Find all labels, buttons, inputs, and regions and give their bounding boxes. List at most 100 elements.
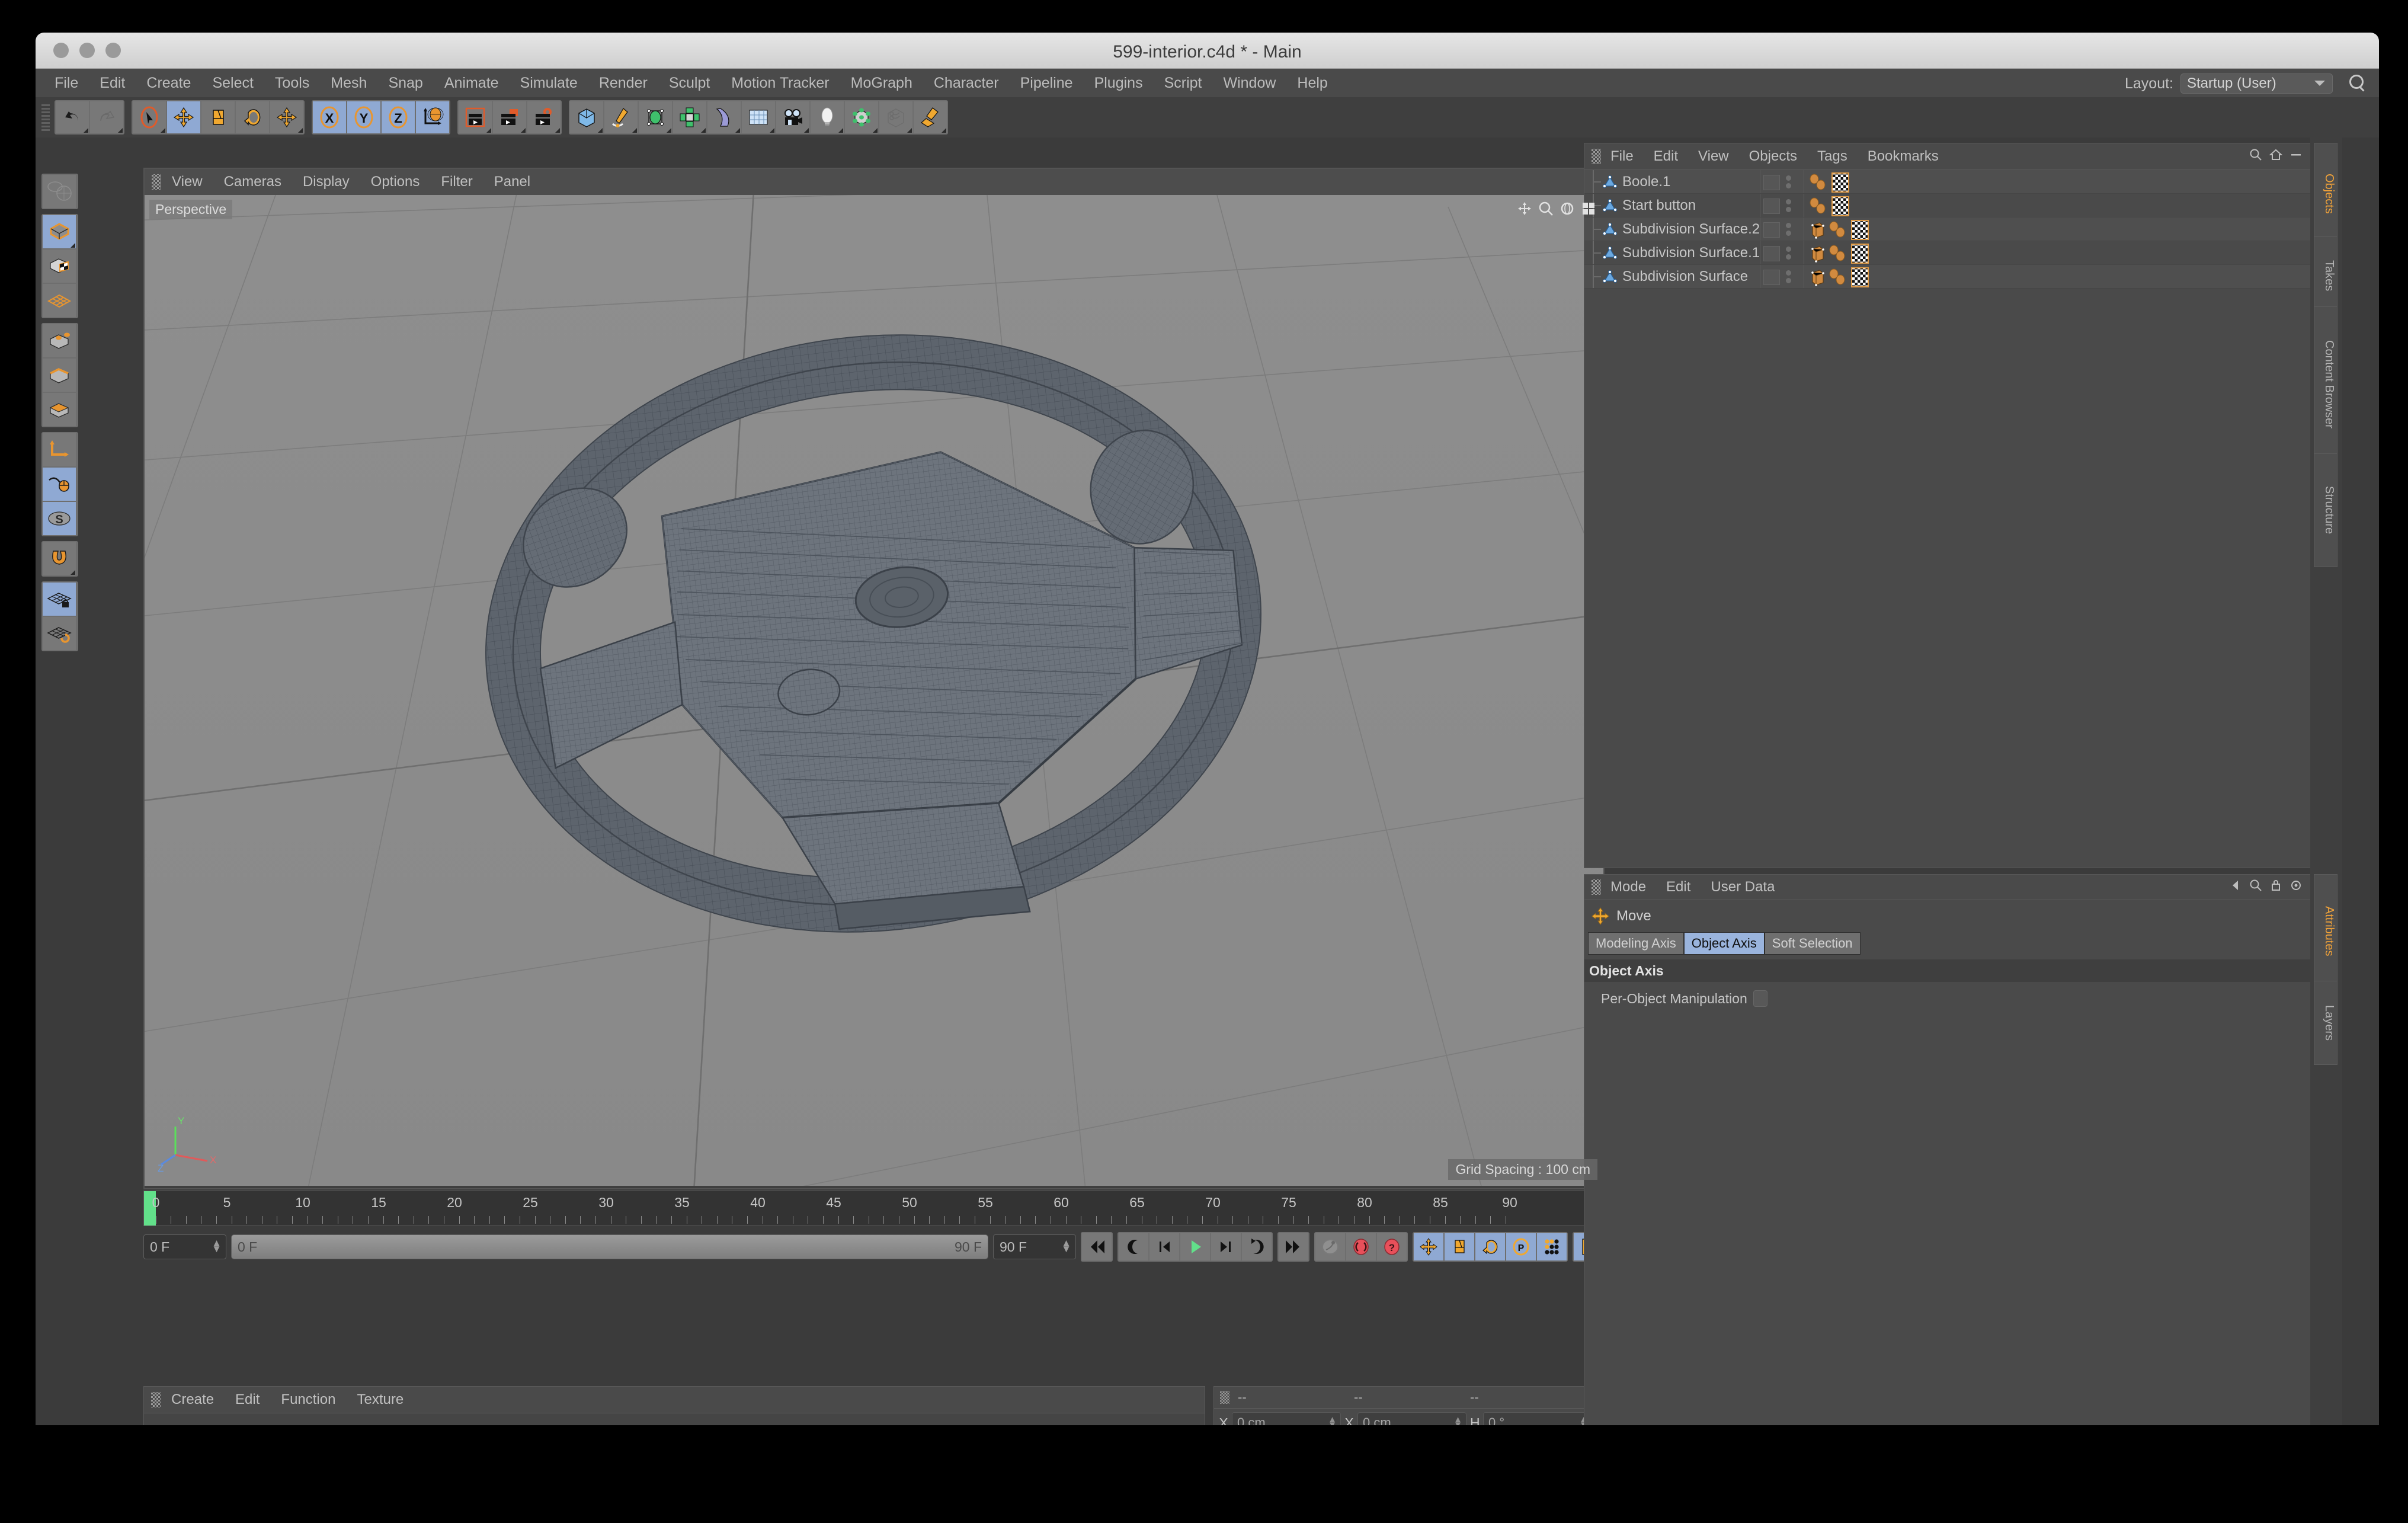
material-menu-texture[interactable]: Texture [357, 1391, 404, 1408]
object-row[interactable]: Subdivision Surface.1 [1584, 241, 2329, 265]
viewport-menu-filter[interactable]: Filter [441, 174, 472, 190]
model-mode-button[interactable] [43, 215, 76, 248]
rotation-key-button[interactable] [1475, 1233, 1505, 1260]
attribute-menu-mode[interactable]: Mode [1610, 879, 1646, 895]
magnet-tool-button[interactable] [43, 542, 76, 575]
phong-tag[interactable] [1808, 197, 1830, 216]
texture-tag[interactable] [1851, 220, 1869, 240]
tab-object-axis[interactable]: Object Axis [1683, 932, 1765, 955]
material-menu-create[interactable]: Create [171, 1391, 214, 1408]
layer-dots[interactable] [1786, 223, 1791, 238]
document-end-frame-field[interactable]: 90 F ▲ ▼ [993, 1234, 1076, 1259]
lock-y-axis-button[interactable]: Y [347, 101, 380, 133]
add-nurbs-button[interactable] [639, 101, 672, 133]
next-frame-button[interactable] [1211, 1233, 1241, 1260]
steering-wheel-model[interactable] [145, 195, 1601, 1186]
play-forwards-button[interactable] [1180, 1233, 1210, 1260]
texture-tag[interactable] [1851, 244, 1869, 264]
viewport-menu-options[interactable]: Options [371, 174, 420, 190]
stepper-icon[interactable]: ▲▼ [1061, 1238, 1071, 1254]
parameter-key-button[interactable]: P [1506, 1233, 1536, 1260]
autokeying-button[interactable] [1315, 1233, 1345, 1260]
render-picture-viewer-button[interactable] [493, 101, 526, 133]
workplane-mode-button[interactable] [43, 284, 76, 317]
layer-dots[interactable] [1786, 175, 1791, 191]
menu-script[interactable]: Script [1164, 75, 1202, 92]
add-deformer-button[interactable] [707, 101, 741, 133]
menu-snap[interactable]: Snap [388, 75, 422, 92]
add-hair-button[interactable] [879, 101, 912, 133]
phong-tag[interactable] [1828, 244, 1849, 263]
tab-modeling-axis[interactable]: Modeling Axis [1588, 932, 1684, 955]
selection-sets-button[interactable] [43, 175, 76, 208]
object-row[interactable]: Subdivision Surface [1584, 265, 2329, 289]
lock-x-axis-button[interactable]: X [313, 101, 346, 133]
viewport-menu-cameras[interactable]: Cameras [224, 174, 281, 190]
phong-tag[interactable] [1808, 173, 1830, 192]
loop-playback-button[interactable] [1242, 1233, 1272, 1260]
attribute-menu-edit[interactable]: Edit [1666, 879, 1690, 895]
tab-soft-selection[interactable]: Soft Selection [1764, 932, 1861, 955]
edge-tab-objects[interactable]: Objects [2314, 143, 2337, 245]
menu-pipeline[interactable]: Pipeline [1020, 75, 1073, 92]
texture-mode-button[interactable] [43, 249, 76, 283]
record-active-objects-button[interactable] [1346, 1233, 1376, 1260]
cube-tag[interactable] [1808, 268, 1826, 287]
viewport-menu-display[interactable]: Display [303, 174, 350, 190]
add-light-button[interactable] [811, 101, 844, 133]
keyframe-selection-button[interactable]: ? [1377, 1233, 1407, 1260]
add-mograph-button[interactable] [845, 101, 878, 133]
size-x-input[interactable]: 0 cm ▲ ▼ [1357, 1412, 1466, 1425]
viewport-zoom-nav-icon[interactable] [1538, 201, 1554, 216]
rotation-h-input[interactable]: 0 °▲▼ [1483, 1412, 1592, 1425]
rotate-tool-button[interactable] [236, 101, 269, 133]
menu-plugins[interactable]: Plugins [1094, 75, 1143, 92]
texture-tag[interactable] [1851, 267, 1869, 287]
material-manager-body[interactable] [144, 1413, 1205, 1425]
search-icon[interactable] [2349, 75, 2366, 91]
panel-grip-icon[interactable] [1592, 149, 1601, 164]
move-tool-button[interactable] [167, 101, 200, 133]
viewport-3d-canvas[interactable]: Perspective Y X Z Grid Spacing: 100 cm [145, 195, 1603, 1186]
texture-tag[interactable] [1831, 196, 1849, 216]
menu-sculpt[interactable]: Sculpt [669, 75, 710, 92]
menu-create[interactable]: Create [146, 75, 191, 92]
object-row[interactable]: Start button [1584, 194, 2329, 217]
menu-animate[interactable]: Animate [444, 75, 499, 92]
menu-edit[interactable]: Edit [100, 75, 125, 92]
panel-grip-icon[interactable] [151, 1392, 161, 1407]
current-frame-field[interactable]: 0 F ▲ ▼ [143, 1234, 226, 1259]
menu-mograph[interactable]: MoGraph [851, 75, 912, 92]
stepper-icon[interactable]: ▲▼ [212, 1238, 222, 1254]
visibility-dots[interactable] [1763, 175, 1780, 190]
stepper-icon[interactable]: ▲▼ [1328, 1415, 1337, 1425]
add-scene-object-button[interactable] [742, 101, 775, 133]
lock-z-axis-button[interactable]: Z [382, 101, 415, 133]
timeline-ruler[interactable]: 0 5 10 15 20 25 30 35 40 45 50 55 60 65 … [143, 1191, 1605, 1226]
object-menu-edit[interactable]: Edit [1654, 148, 1678, 165]
points-mode-button[interactable] [43, 324, 76, 357]
object-menu-view[interactable]: View [1698, 148, 1729, 165]
menu-select[interactable]: Select [212, 75, 253, 92]
edge-tab-attributes[interactable]: Attributes [2314, 874, 2337, 988]
position-key-button[interactable] [1414, 1233, 1443, 1260]
layer-dots[interactable] [1786, 270, 1791, 286]
viewport-solo-button[interactable] [43, 468, 76, 501]
preview-range-bar[interactable]: 0 F 90 F [231, 1234, 988, 1259]
add-spline-button[interactable] [604, 101, 638, 133]
visibility-dots[interactable] [1763, 270, 1780, 285]
cube-tag[interactable] [1808, 220, 1826, 239]
phong-tag[interactable] [1828, 268, 1849, 287]
target-icon[interactable] [2289, 879, 2303, 892]
edge-tab-layers[interactable]: Layers [2314, 981, 2337, 1065]
cube-tag[interactable] [1808, 244, 1826, 263]
object-menu-tags[interactable]: Tags [1817, 148, 1847, 165]
menu-file[interactable]: File [55, 75, 78, 92]
menu-mesh[interactable]: Mesh [331, 75, 367, 92]
object-menu-objects[interactable]: Objects [1749, 148, 1797, 165]
viewport-menu-view[interactable]: View [172, 174, 203, 190]
add-cube-object-button[interactable] [570, 101, 603, 133]
play-backwards-button[interactable] [1119, 1233, 1148, 1260]
scale-tool-button[interactable] [201, 101, 235, 133]
edges-mode-button[interactable] [43, 359, 76, 392]
